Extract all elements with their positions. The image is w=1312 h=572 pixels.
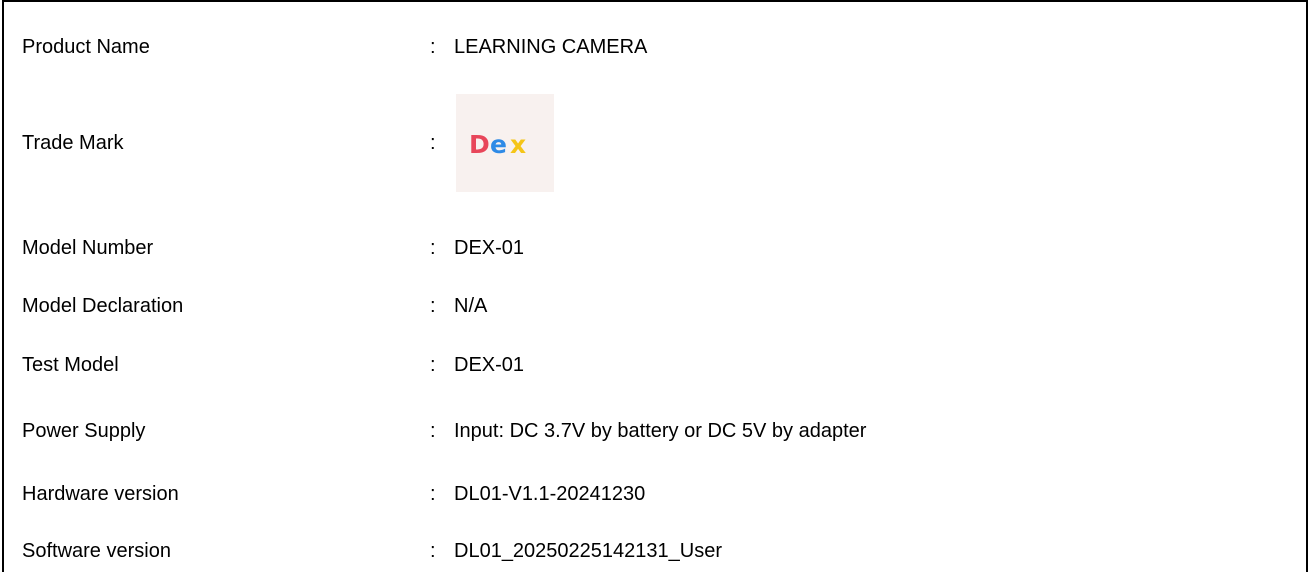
test-model-label: Test Model xyxy=(22,354,119,376)
svg-text:e: e xyxy=(490,130,507,159)
row-software-version: Software version : DL01_20250225142131_U… xyxy=(22,539,1306,563)
trade-mark-label: Trade Mark xyxy=(22,132,124,154)
row-test-model: Test Model : DEX-01 xyxy=(22,353,1306,377)
hardware-version-colon: : xyxy=(430,483,436,505)
power-supply-value: Input: DC 3.7V by battery or DC 5V by ad… xyxy=(454,420,867,442)
model-declaration-value: N/A xyxy=(454,295,488,317)
trade-mark-colon: : xyxy=(430,132,436,154)
test-model-value: DEX-01 xyxy=(454,354,525,376)
row-product-name: Product Name : LEARNING CAMERA xyxy=(22,35,1306,59)
software-version-colon: : xyxy=(430,540,436,562)
test-model-colon: : xyxy=(430,354,436,376)
row-trade-mark: Trade Mark : D e x xyxy=(22,93,1306,193)
model-declaration-colon: : xyxy=(430,295,436,317)
software-version-value: DL01_20250225142131_User xyxy=(454,540,723,562)
row-model-declaration: Model Declaration : N/A xyxy=(22,294,1306,318)
svg-text:D: D xyxy=(469,130,490,159)
spec-table: Product Name : LEARNING CAMERA Trade Mar… xyxy=(2,0,1308,572)
model-declaration-label: Model Declaration xyxy=(22,295,184,317)
power-supply-colon: : xyxy=(430,420,436,442)
product-name-label: Product Name xyxy=(22,36,150,58)
svg-text:x: x xyxy=(510,130,526,159)
software-version-label: Software version xyxy=(22,540,171,562)
row-hardware-version: Hardware version : DL01-V1.1-20241230 xyxy=(22,482,1306,506)
dex-logo-icon: D e x xyxy=(469,130,526,159)
row-power-supply: Power Supply : Input: DC 3.7V by battery… xyxy=(22,419,1306,443)
model-number-label: Model Number xyxy=(22,237,154,259)
power-supply-label: Power Supply xyxy=(22,420,146,442)
model-number-value: DEX-01 xyxy=(454,237,525,259)
product-name-value: LEARNING CAMERA xyxy=(454,36,648,58)
row-model-number: Model Number : DEX-01 xyxy=(22,236,1306,260)
hardware-version-label: Hardware version xyxy=(22,483,179,505)
product-name-colon: : xyxy=(430,36,436,58)
dex-logo: D e x xyxy=(456,94,554,192)
model-number-colon: : xyxy=(430,237,436,259)
hardware-version-value: DL01-V1.1-20241230 xyxy=(454,483,646,505)
